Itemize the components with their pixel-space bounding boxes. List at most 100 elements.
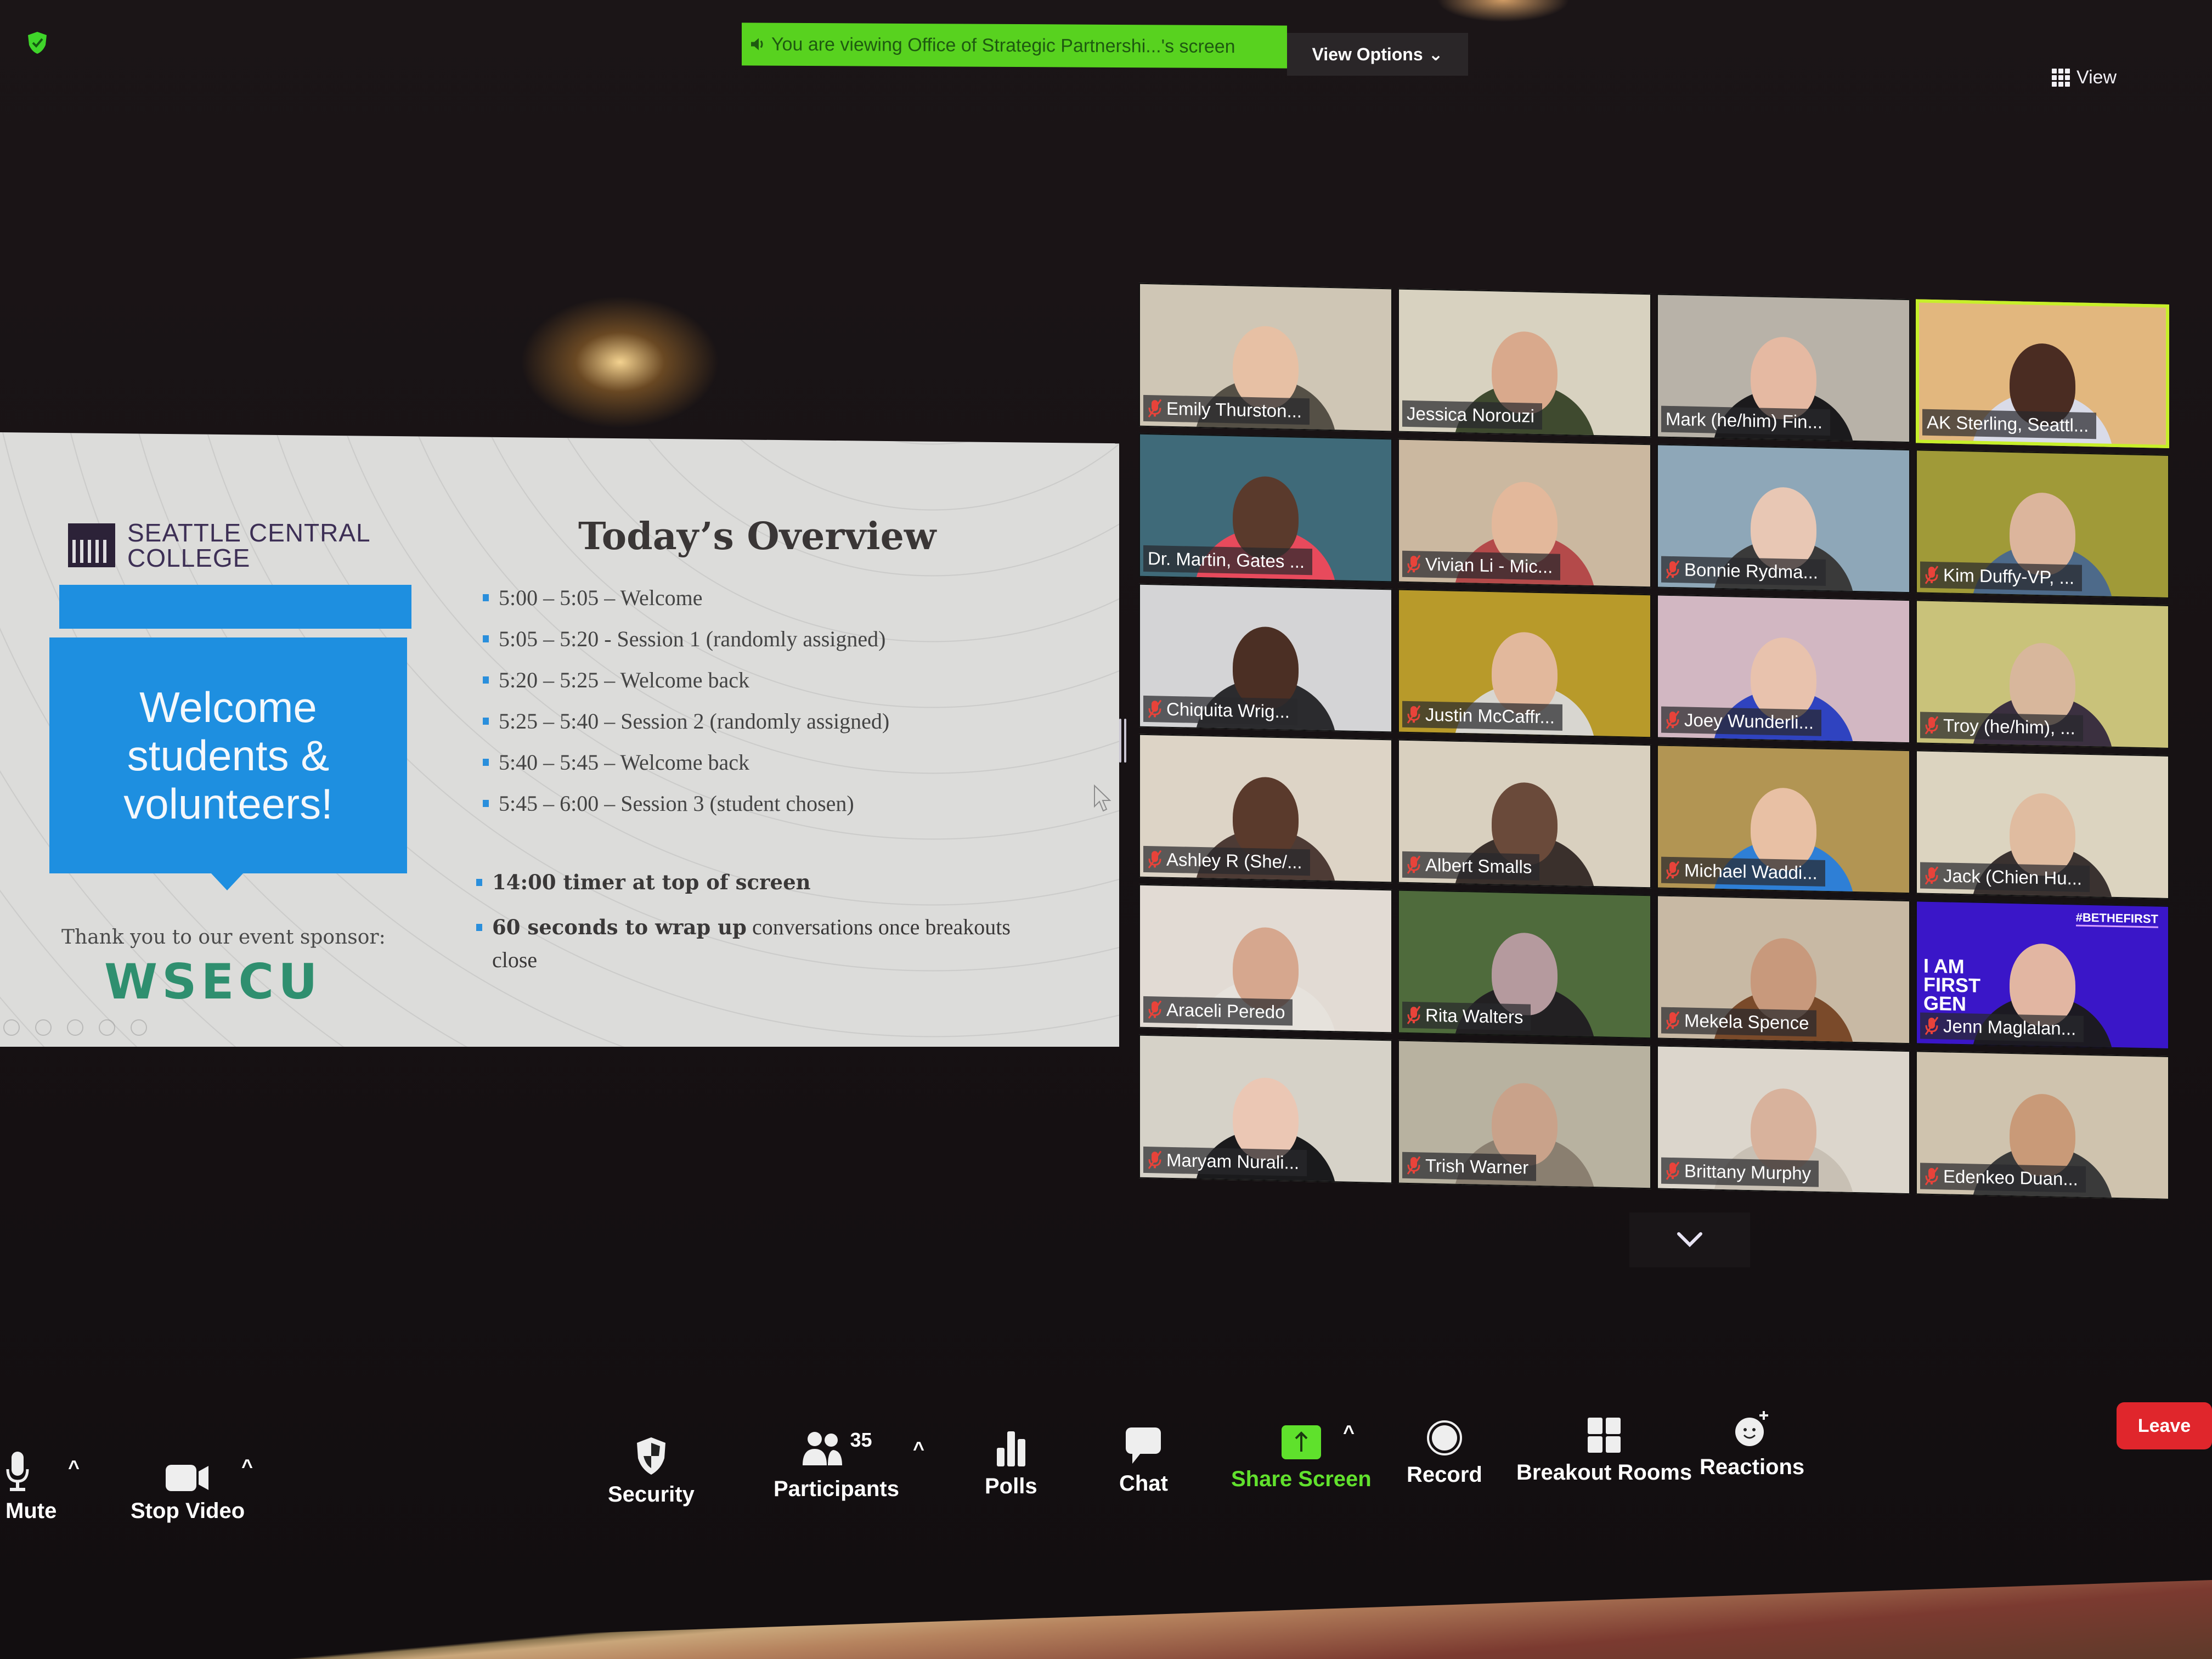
skyline-logo-icon (68, 523, 115, 567)
participants-button[interactable]: 35 Participants (774, 1426, 899, 1502)
stop-video-button[interactable]: Stop Video (131, 1448, 245, 1523)
participant-tile[interactable]: Bonnie Rydma... (1657, 444, 1910, 594)
participant-tile[interactable]: Edenkeo Duan... (1916, 1051, 2169, 1200)
participant-tile[interactable]: AK Sterling, Seattl... (1916, 299, 2169, 449)
view-options-button[interactable]: View Options ⌄ (1287, 33, 1468, 76)
participant-name-tag: Edenkeo Duan... (1920, 1163, 2086, 1193)
video-options-caret[interactable]: ^ (241, 1455, 253, 1478)
participant-name-tag: Trish Warner (1402, 1152, 1537, 1181)
muted-microphone-icon (1666, 560, 1680, 579)
participant-name: Albert Smalls (1425, 854, 1532, 877)
chat-button[interactable]: Chat (1119, 1421, 1168, 1496)
breakout-rooms-button[interactable]: Breakout Rooms (1516, 1410, 1692, 1485)
agenda-item-text: 5:25 – 5:40 – Session 2 (randomly assign… (499, 709, 890, 733)
leave-meeting-button[interactable]: Leave (2117, 1402, 2212, 1449)
agenda-item-text: 5:40 – 5:45 – Welcome back (499, 750, 750, 775)
participant-tile[interactable]: Troy (he/him), ... (1916, 600, 2169, 749)
participant-tile[interactable]: Dr. Martin, Gates ... (1139, 433, 1392, 583)
muted-microphone-icon (1407, 1156, 1421, 1175)
muted-microphone-icon (1925, 866, 1939, 885)
participant-tile[interactable]: Vivian Li - Mic... (1398, 438, 1651, 588)
participant-name: AK Sterling, Seattl... (1927, 411, 2089, 436)
participant-tile[interactable]: Emily Thurston... (1139, 283, 1392, 432)
agenda-item: 5:40 – 5:45 – Welcome back (483, 742, 889, 783)
participant-name-tag: AK Sterling, Seattl... (1922, 409, 2097, 439)
participant-name-tag: Albert Smalls (1402, 851, 1540, 881)
participant-tile[interactable]: Jack (Chien Hu... (1916, 750, 2169, 900)
participant-name-tag: Mark (he/him) Fin... (1661, 405, 1831, 436)
agenda-item-text: 5:05 – 5:20 - Session 1 (randomly assign… (499, 627, 886, 651)
participant-tile[interactable]: Michael Waddi... (1657, 744, 1910, 894)
split-view-resize-handle[interactable] (1119, 719, 1127, 763)
muted-microphone-icon (1148, 699, 1162, 719)
participant-tile[interactable]: Rita Walters (1398, 889, 1651, 1039)
participant-tile[interactable]: Mekela Spence (1657, 895, 1910, 1045)
muted-microphone-icon (1407, 1006, 1421, 1025)
participant-name: Kim Duffy-VP, ... (1943, 565, 2075, 588)
security-button[interactable]: Security (608, 1432, 695, 1507)
reactions-button[interactable]: Reactions (1700, 1404, 1804, 1480)
reactions-smiley-icon (1735, 1411, 1768, 1446)
participants-options-caret[interactable]: ^ (913, 1437, 924, 1460)
shared-screen-slide: SEATTLE CENTRAL COLLEGE Welcome students… (0, 432, 1119, 1047)
note-bold: 14:00 timer at top of screen (492, 870, 811, 894)
zoom-tool-icon (99, 1019, 115, 1036)
view-options-label: View Options (1312, 44, 1423, 64)
breakout-rooms-icon (1588, 1418, 1621, 1453)
bullet-icon (476, 879, 482, 886)
muted-microphone-icon (1925, 716, 1939, 735)
muted-microphone-icon (1666, 1011, 1680, 1030)
participant-name: Michael Waddi... (1684, 860, 1818, 883)
participant-name: Maryam Nurali... (1166, 1149, 1300, 1173)
agenda-list: 5:00 – 5:05 – Welcome 5:05 – 5:20 - Sess… (483, 577, 889, 824)
view-button[interactable]: View (2052, 67, 2117, 88)
muted-microphone-icon (1666, 710, 1680, 730)
polls-button[interactable]: Polls (985, 1424, 1037, 1499)
participant-tile[interactable]: Maryam Nurali... (1139, 1034, 1392, 1184)
participant-name: Troy (he/him), ... (1943, 715, 2075, 738)
share-screen-options-caret[interactable]: ^ (1343, 1421, 1355, 1444)
participant-name-tag: Justin McCaffr... (1402, 701, 1562, 731)
participant-tile[interactable]: #BETHEFIRST I AM FIRST GEN Jenn Maglalan..… (1916, 900, 2169, 1050)
bullet-icon (483, 759, 489, 766)
participant-name-tag: Maryam Nurali... (1143, 1146, 1307, 1177)
participant-tile[interactable]: Araceli Peredo (1139, 884, 1392, 1034)
participant-name: Ashley R (She/... (1166, 849, 1302, 872)
sponsor-thanks: Thank you to our event sponsor: (61, 926, 386, 949)
agenda-item: 5:45 – 6:00 – Session 3 (student chosen) (483, 783, 889, 824)
bullet-icon (483, 594, 489, 601)
college-name-line1: SEATTLE CENTRAL (127, 518, 371, 547)
security-shield-icon (636, 1437, 665, 1475)
slideshow-controls (3, 1019, 147, 1036)
participant-tile[interactable]: Jessica Norouzi (1398, 288, 1651, 438)
participant-tile[interactable]: Ashley R (She/... (1139, 733, 1392, 883)
participant-name: Emily Thurston... (1166, 398, 1302, 421)
participant-tile[interactable]: Kim Duffy-VP, ... (1916, 449, 2169, 599)
participant-tile[interactable]: Brittany Murphy (1657, 1045, 1910, 1195)
audio-options-caret[interactable]: ^ (68, 1456, 80, 1479)
participant-name-tag: Troy (he/him), ... (1920, 712, 2083, 742)
participant-name-tag: Jenn Maglalan... (1920, 1012, 2084, 1042)
encryption-shield-icon[interactable] (26, 31, 48, 55)
participant-tile[interactable]: Albert Smalls (1398, 739, 1651, 889)
bullet-icon (476, 924, 482, 931)
participant-tile[interactable]: Joey Wunderli... (1657, 594, 1910, 744)
participant-name: Mark (he/him) Fin... (1666, 408, 1823, 432)
muted-microphone-icon (1407, 855, 1421, 874)
chevron-down-icon: ⌄ (1428, 44, 1443, 64)
gallery-next-page-button[interactable] (1629, 1212, 1750, 1267)
participant-tile[interactable]: Trish Warner (1398, 1040, 1651, 1189)
note-item: 60 seconds to wrap up conversations once… (476, 911, 1025, 977)
record-button[interactable]: Record (1407, 1412, 1482, 1487)
speaker-icon (751, 38, 763, 50)
participants-label: Participants (774, 1477, 899, 1501)
participant-name-tag: Dr. Martin, Gates ... (1143, 545, 1313, 575)
participant-name: Bonnie Rydma... (1684, 559, 1818, 583)
participant-name-tag: Ashley R (She/... (1143, 845, 1310, 876)
participant-name-tag: Araceli Peredo (1143, 996, 1293, 1026)
mute-button[interactable]: Mute (0, 1448, 57, 1523)
participant-tile[interactable]: Justin McCaffr... (1398, 589, 1651, 738)
participant-tile[interactable]: Chiquita Wrig... (1139, 583, 1392, 733)
participant-name: Trish Warner (1425, 1155, 1529, 1178)
participant-tile[interactable]: Mark (he/him) Fin... (1657, 294, 1910, 443)
